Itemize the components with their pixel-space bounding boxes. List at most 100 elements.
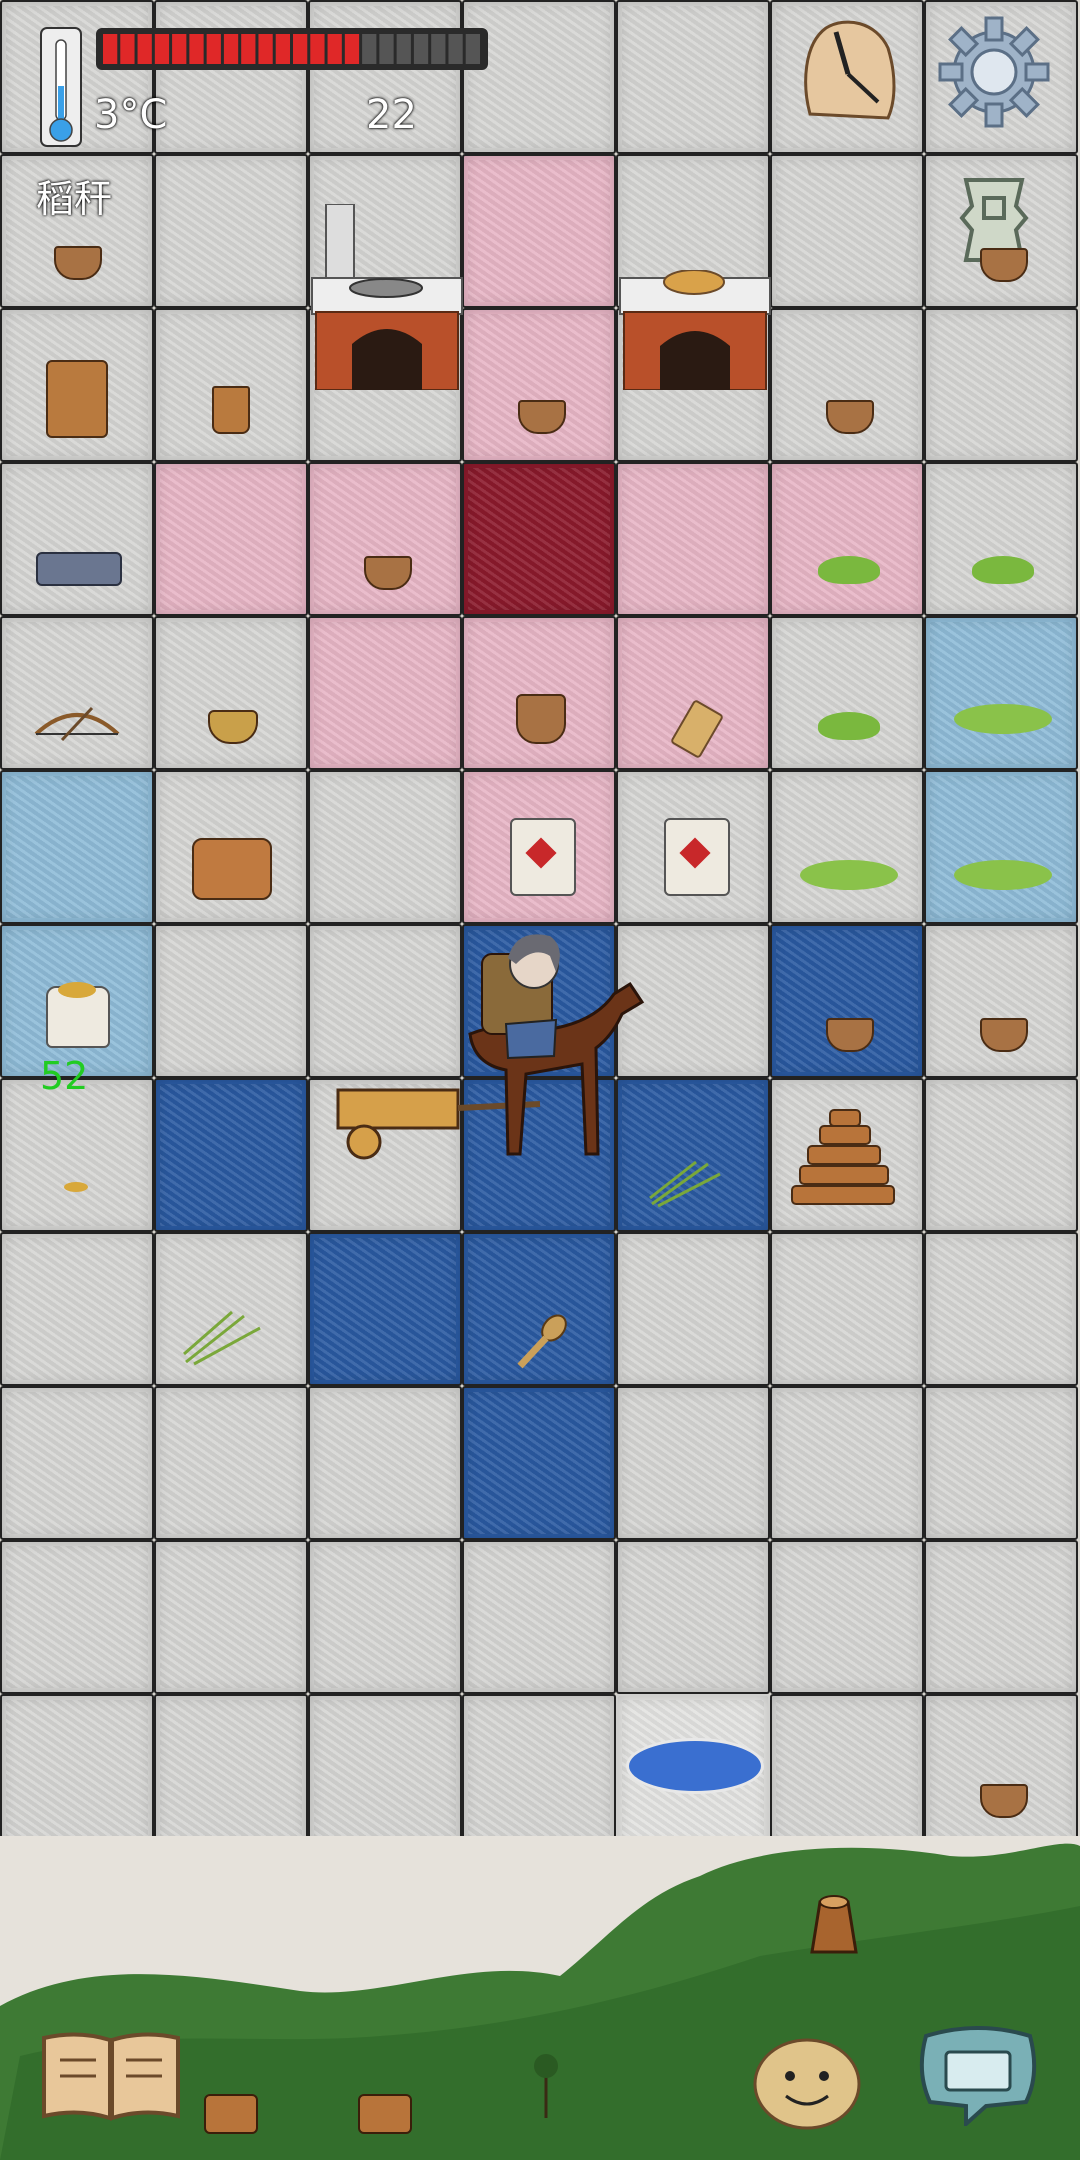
floor-tile-white[interactable] bbox=[770, 1386, 924, 1540]
floor-tile-white[interactable] bbox=[770, 1694, 924, 1848]
floor-tile-dblue[interactable] bbox=[770, 924, 924, 1078]
floor-tile-white[interactable] bbox=[154, 1540, 308, 1694]
firewood-log[interactable] bbox=[358, 2094, 412, 2134]
floor-tile-white[interactable] bbox=[462, 1540, 616, 1694]
floor-tile-pink[interactable] bbox=[308, 616, 462, 770]
floor-tile-white[interactable] bbox=[770, 770, 924, 924]
green-leaves[interactable] bbox=[818, 712, 880, 740]
clay-bowl[interactable] bbox=[518, 400, 566, 434]
wooden-barrel[interactable] bbox=[46, 360, 108, 438]
floor-tile-white[interactable] bbox=[0, 1232, 154, 1386]
stacked-bowls[interactable] bbox=[516, 694, 566, 744]
floor-tile-white[interactable] bbox=[154, 308, 308, 462]
floor-tile-white[interactable] bbox=[770, 154, 924, 308]
floor-tile-white[interactable] bbox=[0, 1386, 154, 1540]
firewood-pile[interactable] bbox=[786, 1108, 900, 1208]
floor-tile-pink[interactable] bbox=[308, 462, 462, 616]
water-pond[interactable] bbox=[626, 1738, 764, 1794]
straw-bundle[interactable] bbox=[648, 1160, 726, 1208]
floor-tile-white[interactable] bbox=[924, 1232, 1078, 1386]
floor-tile-white[interactable] bbox=[0, 1694, 154, 1848]
clay-bowl[interactable] bbox=[364, 556, 412, 590]
leaves-with-rice[interactable] bbox=[954, 860, 1052, 890]
floor-tile-white[interactable] bbox=[0, 616, 154, 770]
floor-tile-white[interactable] bbox=[770, 1232, 924, 1386]
floor-tile-pink[interactable] bbox=[616, 462, 770, 616]
floor-tile-lblue[interactable] bbox=[924, 616, 1078, 770]
green-leaves[interactable] bbox=[818, 556, 880, 584]
floor-tile-lblue[interactable] bbox=[924, 770, 1078, 924]
wooden-bucket[interactable] bbox=[212, 386, 250, 434]
recipe-book-button[interactable] bbox=[40, 2030, 182, 2124]
floor-tile-white[interactable] bbox=[308, 1694, 462, 1848]
adobe-oven-with-chimney[interactable] bbox=[308, 203, 466, 391]
steamer-basket[interactable] bbox=[192, 838, 272, 900]
floor-tile-white[interactable] bbox=[616, 0, 770, 154]
floor-tile-white[interactable] bbox=[924, 1078, 1078, 1232]
clock-button[interactable] bbox=[796, 14, 900, 126]
floor-tile-white[interactable] bbox=[154, 924, 308, 1078]
floor-tile-dblue[interactable] bbox=[462, 1386, 616, 1540]
floor-tile-pink[interactable] bbox=[462, 616, 616, 770]
stone-trough[interactable] bbox=[36, 552, 122, 586]
small-seed[interactable] bbox=[64, 1182, 88, 1192]
clay-bowl[interactable] bbox=[826, 400, 874, 434]
floor-tile-white[interactable] bbox=[770, 308, 924, 462]
tree-stump[interactable] bbox=[798, 1888, 870, 1958]
adobe-oven[interactable] bbox=[616, 269, 774, 391]
floor-tile-dred[interactable] bbox=[462, 462, 616, 616]
floor-tile-lblue[interactable] bbox=[0, 770, 154, 924]
clay-bowl[interactable] bbox=[980, 1784, 1028, 1818]
floor-tile-white[interactable] bbox=[154, 1386, 308, 1540]
floor-tile-pink[interactable] bbox=[770, 462, 924, 616]
floor-tile-white[interactable] bbox=[154, 616, 308, 770]
floor-tile-pink[interactable] bbox=[462, 154, 616, 308]
sapling[interactable] bbox=[526, 2050, 566, 2120]
floor-tile-white[interactable] bbox=[0, 462, 154, 616]
floor-tile-dblue[interactable] bbox=[154, 1078, 308, 1232]
floor-tile-dblue[interactable] bbox=[308, 1232, 462, 1386]
emote-button[interactable] bbox=[752, 2030, 862, 2130]
floor-tile-white[interactable] bbox=[308, 924, 462, 1078]
chat-keyboard-button[interactable] bbox=[916, 2026, 1040, 2129]
wooden-spoon[interactable] bbox=[514, 1314, 570, 1370]
green-leaves[interactable] bbox=[972, 556, 1034, 584]
grain-sack[interactable] bbox=[46, 982, 110, 1048]
flour-sack[interactable] bbox=[664, 818, 730, 896]
leaves-with-rice[interactable] bbox=[800, 860, 898, 890]
settings-button[interactable] bbox=[934, 12, 1054, 132]
floor-tile-white[interactable] bbox=[616, 1386, 770, 1540]
clay-bowl[interactable] bbox=[980, 1018, 1028, 1052]
floor-tile-white[interactable] bbox=[0, 1540, 154, 1694]
bow-and-arrow[interactable] bbox=[32, 704, 122, 742]
clay-bowl[interactable] bbox=[826, 1018, 874, 1052]
clay-bowl[interactable] bbox=[54, 246, 102, 280]
firewood-log[interactable] bbox=[204, 2094, 258, 2134]
floor-tile-white[interactable] bbox=[924, 1694, 1078, 1848]
floor-tile-white[interactable] bbox=[462, 0, 616, 154]
floor-tile-white[interactable] bbox=[924, 1386, 1078, 1540]
floor-tile-white[interactable] bbox=[770, 616, 924, 770]
floor-tile-white[interactable] bbox=[616, 1540, 770, 1694]
flour-sack[interactable] bbox=[510, 818, 576, 896]
floor-tile-white[interactable] bbox=[154, 1694, 308, 1848]
leaves-with-rice[interactable] bbox=[954, 704, 1052, 734]
floor-tile-white[interactable] bbox=[462, 1694, 616, 1848]
game-board[interactable] bbox=[0, 0, 1080, 1848]
floor-tile-white[interactable] bbox=[924, 1540, 1078, 1694]
floor-tile-white[interactable] bbox=[924, 924, 1078, 1078]
floor-tile-pink[interactable] bbox=[154, 462, 308, 616]
floor-tile-white[interactable] bbox=[308, 1540, 462, 1694]
floor-tile-white[interactable] bbox=[308, 770, 462, 924]
floor-tile-pink[interactable] bbox=[462, 308, 616, 462]
floor-tile-white[interactable] bbox=[770, 1540, 924, 1694]
floor-tile-white[interactable] bbox=[616, 1232, 770, 1386]
floor-tile-white[interactable] bbox=[154, 154, 308, 308]
floor-tile-white[interactable] bbox=[154, 0, 308, 154]
floor-tile-white[interactable] bbox=[0, 1078, 154, 1232]
floor-tile-white[interactable] bbox=[308, 1386, 462, 1540]
floor-tile-white[interactable] bbox=[924, 308, 1078, 462]
player-on-horse[interactable] bbox=[446, 924, 652, 1160]
floor-tile-white[interactable] bbox=[924, 462, 1078, 616]
clay-bowl[interactable] bbox=[980, 248, 1028, 282]
